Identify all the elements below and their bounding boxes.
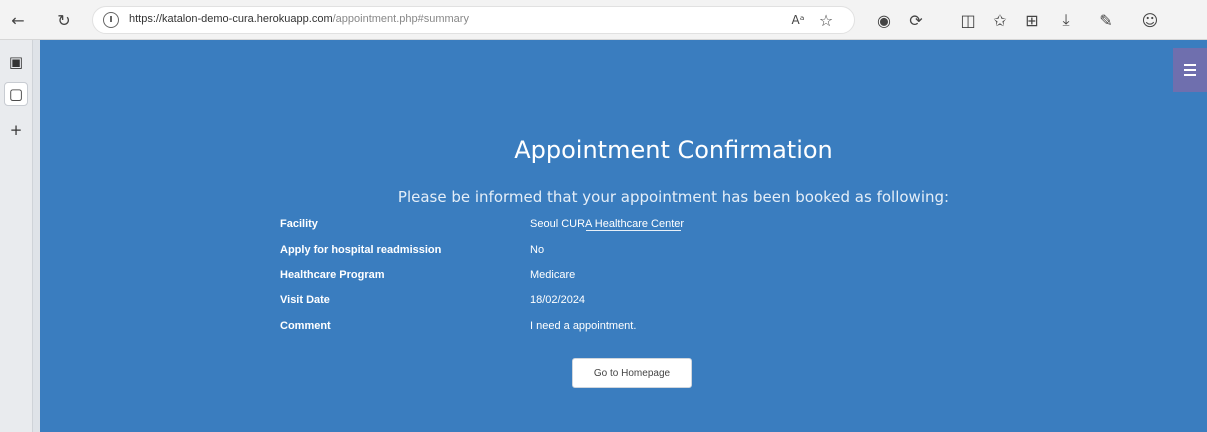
detail-row-facility: Facility Seoul CURA Healthcare Center — [40, 218, 1207, 238]
visit-date-value: 18/02/2024 — [530, 294, 586, 306]
detail-row-comment: Comment I need a appointment. — [40, 320, 1207, 340]
menu-bar-icon — [1184, 69, 1196, 71]
browser-toolbar: ← ↻ https://katalon-demo-cura.herokuapp.… — [0, 0, 1207, 40]
comment-label: Comment — [280, 320, 331, 332]
extension-icon[interactable]: ✎ — [1094, 8, 1118, 32]
readmission-label: Apply for hospital readmission — [280, 244, 442, 256]
program-label: Healthcare Program — [280, 269, 385, 281]
read-aloud-icon[interactable]: Aᵃ — [786, 8, 810, 32]
collections-icon[interactable]: ⊞ — [1020, 8, 1044, 32]
vertical-tab-strip: ▣ ▢ + — [0, 40, 33, 432]
address-bar[interactable]: https://katalon-demo-cura.herokuapp.com/… — [92, 6, 855, 34]
menu-bar-icon — [1184, 74, 1196, 76]
url-text: https://katalon-demo-cura.herokuapp.com/… — [129, 13, 469, 25]
detail-row-program: Healthcare Program Medicare — [40, 269, 1207, 289]
download-icon[interactable]: ⤓ — [1054, 8, 1078, 32]
readmission-value: No — [530, 244, 545, 256]
circle-extension-icon[interactable]: ◉ — [872, 8, 896, 32]
visit-date-label: Visit Date — [280, 294, 330, 306]
facility-label: Facility — [280, 218, 318, 230]
profile-icon[interactable]: ☺ — [1138, 8, 1162, 32]
split-screen-icon[interactable]: ◫ — [956, 8, 980, 32]
page-subtitle: Please be informed that your appointment… — [397, 188, 950, 206]
page-title: Appointment Confirmation — [514, 136, 833, 164]
program-value: Medicare — [530, 269, 576, 281]
favorite-icon[interactable]: ☆ — [814, 8, 838, 32]
comment-value: I need a appointment. — [530, 320, 637, 332]
current-tab-icon[interactable]: ▢ — [4, 82, 28, 106]
copilot-icon[interactable]: ⟳ — [904, 8, 928, 32]
refresh-icon[interactable]: ↻ — [52, 8, 76, 32]
go-to-homepage-button[interactable]: Go to Homepage — [572, 358, 692, 388]
menu-bar-icon — [1184, 64, 1196, 66]
appointment-summary-page: Appointment Confirmation Please be infor… — [40, 40, 1207, 432]
tab-actions-icon[interactable]: ▣ — [4, 50, 28, 74]
favorites-bar-icon[interactable]: ✩ — [988, 8, 1012, 32]
menu-toggle-button[interactable] — [1173, 48, 1207, 92]
detail-row-readmission: Apply for hospital readmission No — [40, 244, 1207, 264]
back-icon[interactable]: ← — [6, 8, 30, 32]
site-info-icon[interactable] — [103, 12, 119, 28]
facility-value: Seoul CURA Healthcare Center — [530, 218, 685, 230]
new-tab-icon[interactable]: + — [4, 118, 28, 142]
url-path: /appointment.php#summary — [332, 13, 469, 25]
detail-row-visit-date: Visit Date 18/02/2024 — [40, 294, 1207, 314]
url-host: https://katalon-demo-cura.herokuapp.com — [129, 13, 333, 25]
